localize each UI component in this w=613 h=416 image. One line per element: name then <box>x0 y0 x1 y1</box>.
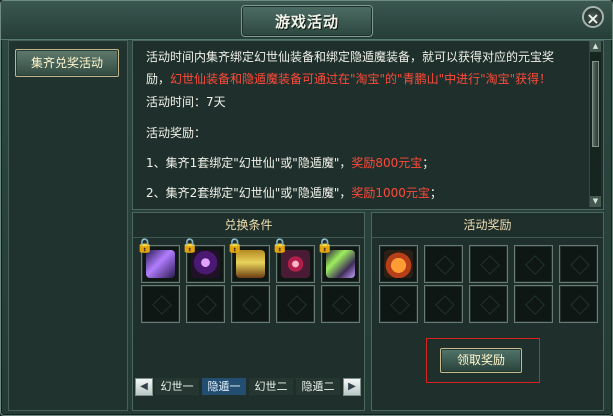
tab-huanshi-2[interactable]: 幻世二 <box>249 378 293 395</box>
reward-slot[interactable] <box>424 285 463 323</box>
lock-icon: 🔒 <box>271 238 289 254</box>
reward-slot[interactable] <box>424 245 463 283</box>
activity-sidebar: 集齐兑奖活动 <box>8 40 128 411</box>
window-title: 游戏活动 <box>274 13 339 31</box>
lock-icon: 🔒 <box>226 238 244 254</box>
reward-slot[interactable] <box>514 245 553 283</box>
tab-yindun-2[interactable]: 隐遁二 <box>296 378 340 395</box>
reward-slot[interactable] <box>469 245 508 283</box>
tab-huanshi-1[interactable]: 幻世一 <box>155 378 199 395</box>
reward-panel-title: 活动奖励 <box>372 213 603 238</box>
armor-icon <box>236 250 265 278</box>
tab-yindun-1[interactable]: 隐遁一 <box>202 378 246 395</box>
reward-suffix: ； <box>429 186 442 200</box>
scroll-up-icon[interactable]: ▲ <box>590 41 601 52</box>
arrow-left-icon[interactable]: ◀ <box>135 378 153 396</box>
reward-rule-text: 1、集齐1套绑定"幻世仙"或"隐遁魔"， <box>146 156 352 170</box>
reward-rule-text: 2、集齐2套绑定"幻世仙"或"隐遁魔"， <box>146 186 352 200</box>
intro-prefix: 励， <box>146 72 171 86</box>
intro-line: 活动时间内集齐绑定幻世仙装备和绑定隐遁魔装备，就可以获得对应的元宝奖 <box>146 50 555 64</box>
glove-icon <box>326 250 355 278</box>
reward-rule-2: 2、集齐2套绑定"幻世仙"或"隐遁魔"，奖励1000元宝； <box>146 184 442 201</box>
sidebar-item-collect-reward[interactable]: 集齐兑奖活动 <box>15 49 119 77</box>
equipment-slot[interactable] <box>231 285 270 323</box>
reward-slot[interactable] <box>559 285 598 323</box>
game-activity-window: 游戏活动 × 集齐兑奖活动 活动时间内集齐绑定幻世仙装备和绑定隐遁魔装备，就可以… <box>0 0 613 416</box>
activity-description-panel: 活动时间内集齐绑定幻世仙装备和绑定隐遁魔装备，就可以获得对应的元宝奖 励，幻世仙… <box>132 40 604 210</box>
equipment-set-tabs: ◀ 幻世一 隐遁一 幻世二 隐遁二 ▶ <box>135 376 361 397</box>
claim-reward-button[interactable]: 领取奖励 <box>440 348 522 373</box>
reward-amount: 奖励800元宝 <box>351 156 423 170</box>
reward-suffix: ； <box>422 156 435 170</box>
equipment-slot[interactable] <box>321 285 360 323</box>
bag-icon <box>384 250 413 278</box>
lock-icon: 🔒 <box>136 238 154 254</box>
close-icon[interactable]: × <box>582 6 604 28</box>
equipment-slot[interactable]: 🔒 <box>226 238 270 283</box>
description-scrollbar[interactable]: ▲ ▼ <box>589 41 601 207</box>
intro-line-second: 励，幻世仙装备和隐遁魔装备可通过在"淘宝"的"青鹏山"中进行"淘宝"获得！ <box>146 68 586 90</box>
exchange-panel-title: 兑换条件 <box>133 213 364 238</box>
reward-slot[interactable] <box>514 285 553 323</box>
reward-slot[interactable] <box>559 245 598 283</box>
equipment-slot[interactable]: 🔒 <box>181 238 225 283</box>
reward-slot[interactable] <box>379 245 418 283</box>
scroll-down-icon[interactable]: ▼ <box>590 196 601 207</box>
equipment-slot[interactable]: 🔒 <box>271 238 315 283</box>
necklace-icon <box>191 250 220 278</box>
reward-amount: 奖励1000元宝 <box>351 186 430 200</box>
activity-time: 活动时间：7天 <box>146 95 226 109</box>
reward-slot[interactable] <box>379 285 418 323</box>
sword-icon <box>146 250 175 278</box>
equipment-slot[interactable] <box>186 285 225 323</box>
equipment-slot[interactable]: 🔒 <box>316 238 360 283</box>
lock-icon: 🔒 <box>316 238 334 254</box>
scroll-thumb[interactable] <box>592 61 599 147</box>
arrow-right-icon[interactable]: ▶ <box>343 378 361 396</box>
title-plate: 游戏活动 <box>241 5 373 37</box>
reward-rule-1: 1、集齐1套绑定"幻世仙"或"隐遁魔"，奖励800元宝； <box>146 154 434 171</box>
equipment-slot[interactable]: 🔒 <box>136 238 180 283</box>
activity-reward-label: 活动奖励： <box>146 126 207 140</box>
description-text: 活动时间内集齐绑定幻世仙装备和绑定隐遁魔装备，就可以获得对应的元宝奖 励，幻世仙… <box>146 46 586 90</box>
equipment-slot[interactable] <box>276 285 315 323</box>
intro-warning: 幻世仙装备和隐遁魔装备可通过在"淘宝"的"青鹏山"中进行"淘宝"获得！ <box>170 72 552 86</box>
titlebar: 游戏活动 × <box>1 1 612 40</box>
lock-icon: 🔒 <box>181 238 199 254</box>
ring-icon <box>281 250 310 278</box>
equipment-slot[interactable] <box>141 285 180 323</box>
reward-slot[interactable] <box>469 285 508 323</box>
